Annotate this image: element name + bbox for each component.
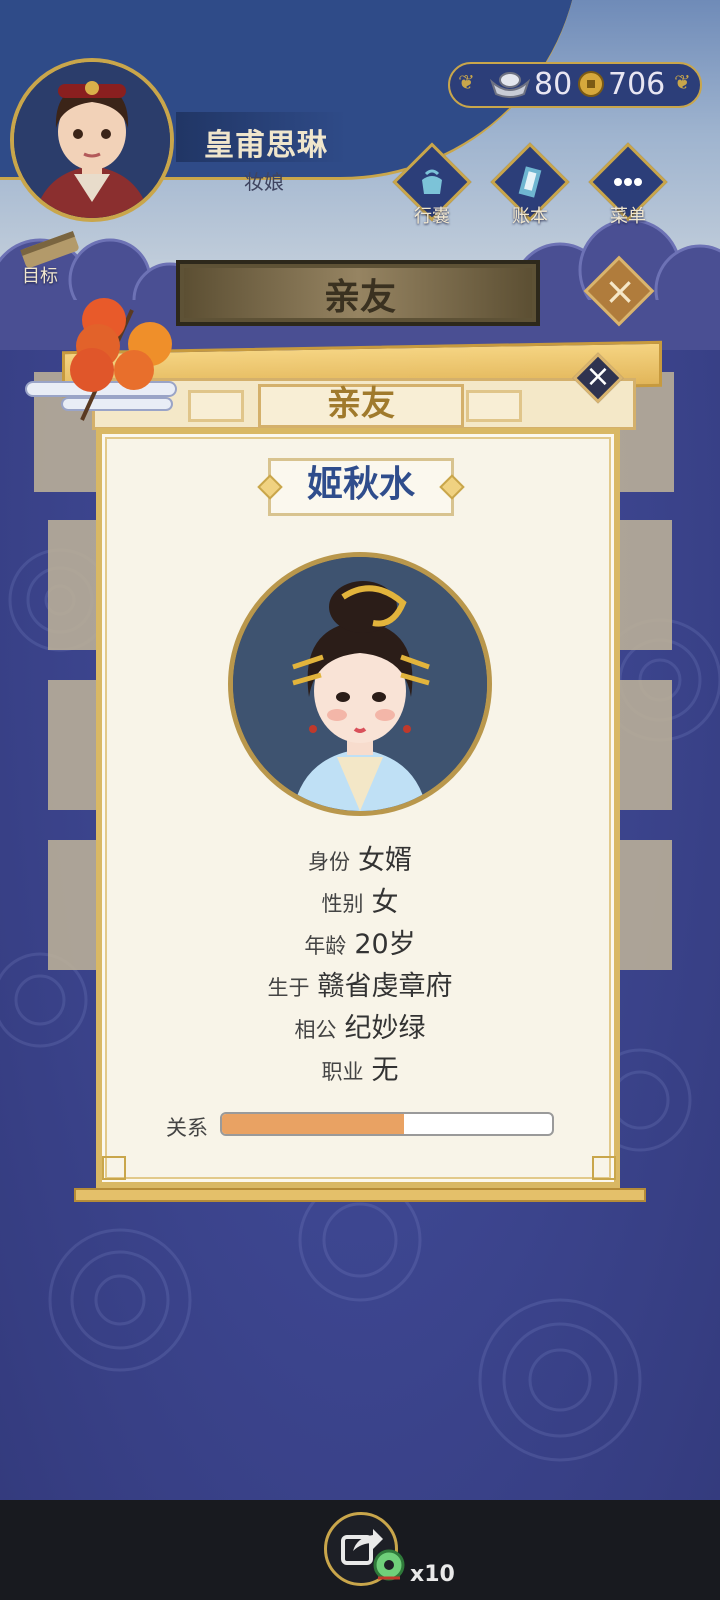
info-row-age: 年龄 20岁 bbox=[0, 922, 720, 961]
background-list-item bbox=[612, 680, 672, 810]
corner-ornament bbox=[102, 1156, 126, 1180]
share-count: x10 bbox=[410, 1562, 455, 1587]
info-value: 赣省虔章府 bbox=[317, 971, 453, 1002]
bag-label: 行囊 bbox=[414, 206, 450, 227]
goal-label[interactable]: 目标 bbox=[22, 262, 58, 288]
relation-bar-fill bbox=[222, 1114, 404, 1134]
relation-bar bbox=[220, 1112, 554, 1136]
relation-label: 关系 bbox=[166, 1116, 208, 1140]
dialog-title: 亲友 bbox=[327, 384, 395, 424]
info-value: 女 bbox=[371, 887, 399, 918]
more-dots-icon bbox=[614, 178, 642, 186]
player-name: 皇甫思琳 bbox=[204, 128, 328, 163]
game-screen: 皇甫思琳 妆娘 ❦ ❦ 80 706 行囊 账本 菜单 目标 亲友 × 亲友 ×… bbox=[0, 0, 720, 1600]
player-avatar[interactable] bbox=[10, 58, 174, 222]
info-row-birthplace: 生于 赣省虔章府 bbox=[0, 964, 720, 1003]
silver-ingot-icon bbox=[490, 72, 530, 98]
info-value: 纪妙绿 bbox=[344, 1013, 426, 1044]
background-title: 亲友 bbox=[323, 277, 396, 318]
ledger-label: 账本 bbox=[512, 206, 548, 227]
dialog-bottom-scroll bbox=[74, 1188, 646, 1202]
corner-ornament bbox=[592, 1156, 616, 1180]
ledger-button[interactable]: 账本 bbox=[490, 142, 570, 228]
friend-portrait-image bbox=[233, 557, 487, 811]
background-close-icon: × bbox=[604, 269, 636, 313]
player-role: 妆娘 bbox=[244, 170, 284, 194]
info-key: 性别 bbox=[321, 892, 364, 916]
info-key: 身份 bbox=[308, 850, 350, 874]
bamboo-right-icon: ❦ bbox=[674, 70, 691, 94]
background-list-item bbox=[612, 520, 672, 650]
menu-button[interactable]: 菜单 bbox=[588, 142, 668, 228]
info-key: 年龄 bbox=[304, 934, 347, 958]
close-icon[interactable]: × bbox=[578, 358, 618, 398]
header-ornament bbox=[466, 390, 522, 422]
ingot-count: 80 bbox=[534, 67, 573, 102]
jade-token-icon bbox=[373, 1549, 405, 1581]
friend-name: 姬秋水 bbox=[306, 464, 415, 505]
info-row-identity: 身份 女婿 bbox=[0, 838, 720, 877]
bag-button[interactable]: 行囊 bbox=[392, 142, 472, 228]
ledger-icon bbox=[518, 166, 542, 198]
bag-icon bbox=[422, 169, 442, 194]
coin-count: 706 bbox=[608, 67, 666, 102]
candied-hawthorn-icon bbox=[25, 298, 177, 421]
copper-coin-icon bbox=[578, 71, 604, 97]
friend-portrait bbox=[228, 552, 492, 816]
info-key: 职业 bbox=[321, 1060, 364, 1084]
info-row-occupation: 职业无 bbox=[0, 1048, 720, 1087]
player-portrait-image bbox=[14, 62, 170, 218]
menu-label: 菜单 bbox=[610, 206, 646, 227]
info-key: 相公 bbox=[294, 1018, 337, 1042]
bamboo-left-icon: ❦ bbox=[458, 70, 475, 94]
info-row-spouse: 相公 纪妙绿 bbox=[0, 1006, 720, 1045]
info-value: 20岁 bbox=[354, 929, 416, 960]
info-row-gender: 性别女 bbox=[0, 880, 720, 919]
info-value: 女婿 bbox=[358, 845, 412, 876]
info-value: 无 bbox=[371, 1055, 399, 1086]
info-key: 生于 bbox=[267, 976, 310, 1000]
